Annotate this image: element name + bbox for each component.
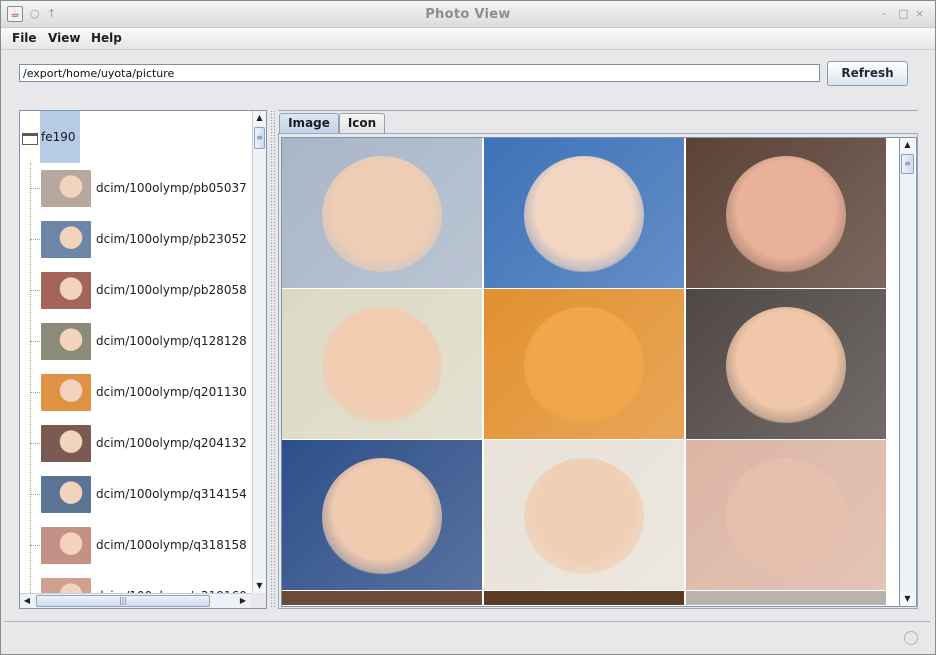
photo-grid[interactable]: [281, 137, 917, 607]
tree-item[interactable]: dcim/100olymp/q204132: [20, 418, 252, 469]
photo-baby-lips-close-up[interactable]: [686, 440, 886, 590]
tree-vertical-scrollbar[interactable]: ▲ ≡ ▼: [252, 111, 266, 593]
maximize-icon[interactable]: □: [898, 7, 908, 21]
tree-item-thumbnail: [41, 323, 91, 360]
tree-item[interactable]: dcim/100olymp/pb05037: [20, 163, 252, 214]
tree-item-thumbnail: [41, 425, 91, 462]
scroll-corner: [251, 593, 266, 608]
tree-branch-line: [30, 443, 40, 444]
tree-item-label: dcim/100olymp/pb05037: [96, 181, 247, 195]
tree-item-label: dcim/100olymp/q201130: [96, 385, 247, 399]
tree-item-label: dcim/100olymp/q128128: [96, 334, 247, 348]
tree-item-label: dcim/100olymp/q314154: [96, 487, 247, 501]
close-icon[interactable]: ×: [915, 7, 924, 21]
tree-item-thumbnail: [41, 476, 91, 513]
menu-file[interactable]: File: [12, 31, 37, 45]
scroll-down-arrow-icon[interactable]: ▼: [253, 579, 266, 593]
photo-baby-on-play-mat[interactable]: [282, 138, 482, 288]
tab-icon[interactable]: Icon: [339, 113, 385, 133]
folder-tree-panel[interactable]: fe190 dcim/100olymp/pb05037 dcim/100olymp…: [19, 110, 267, 609]
scroll-left-arrow-icon[interactable]: ◀: [20, 594, 34, 608]
tree-root-node[interactable]: fe190: [20, 111, 252, 163]
grid-vertical-scrollbar[interactable]: ▲ ≡ ▼: [899, 138, 915, 606]
tree-item-list: dcim/100olymp/pb05037 dcim/100olymp/pb230…: [20, 163, 252, 608]
tab-content: ▲ ≡ ▼: [278, 133, 918, 609]
grid-vscroll-thumb[interactable]: ≡: [901, 154, 914, 174]
tree-item[interactable]: dcim/100olymp/q314154: [20, 469, 252, 520]
baby-face-shape: [524, 156, 644, 274]
tab-panel: Image Icon ▲ ≡ ▼: [278, 110, 918, 610]
tree-item[interactable]: dcim/100olymp/q318158: [20, 520, 252, 571]
photo-baby-close-up[interactable]: [686, 138, 886, 288]
tree-item-thumbnail: [41, 272, 91, 309]
grid-scroll-up-arrow-icon[interactable]: ▲: [900, 138, 915, 152]
scroll-right-arrow-icon[interactable]: ▶: [236, 594, 250, 608]
tab-image[interactable]: Image: [279, 113, 339, 133]
path-input[interactable]: [19, 64, 820, 82]
baby-face-shape: [524, 458, 644, 576]
tree-item[interactable]: dcim/100olymp/q128128: [20, 316, 252, 367]
folder-icon: [22, 133, 38, 145]
tree-branch-line: [30, 545, 40, 546]
tree-item[interactable]: dcim/100olymp/q201130: [20, 367, 252, 418]
tree-branch-line: [30, 341, 40, 342]
progress-spinner-icon: [904, 631, 918, 645]
baby-face-shape: [322, 307, 442, 425]
baby-face-shape: [726, 307, 846, 425]
photo-baby-white-hat[interactable]: [282, 440, 482, 590]
photo-baby-bunny-costume[interactable]: [282, 289, 482, 439]
tree-branch-line: [30, 392, 40, 393]
tree-item-thumbnail: [41, 170, 91, 207]
tree-root-label: fe190: [40, 111, 80, 163]
menu-help[interactable]: Help: [91, 31, 122, 45]
tree-item-label: dcim/100olymp/q204132: [96, 436, 247, 450]
photo-next-row-partial[interactable]: [686, 591, 886, 605]
window-title: Photo View: [425, 7, 511, 22]
tree-hscroll-thumb[interactable]: |||: [36, 595, 210, 607]
photo-next-row-partial[interactable]: [484, 591, 684, 605]
tree-horizontal-scrollbar[interactable]: ◀ ||| ▶: [20, 593, 252, 608]
title-bar: ☕ ○ ↑ Photo View – □ ×: [1, 1, 935, 28]
baby-face-shape: [524, 307, 644, 425]
tree-item[interactable]: dcim/100olymp/pb23052: [20, 214, 252, 265]
tree-item-thumbnail: [41, 374, 91, 411]
scroll-up-arrow-icon[interactable]: ▲: [253, 111, 266, 125]
split-pane-divider[interactable]: [270, 110, 276, 609]
minimize-icon[interactable]: –: [881, 7, 887, 21]
photo-baby-smiling[interactable]: [686, 289, 886, 439]
tree-branch-line: [30, 188, 40, 189]
tree-item[interactable]: dcim/100olymp/pb28058: [20, 265, 252, 316]
baby-face-shape: [322, 156, 442, 274]
baby-face-shape: [322, 458, 442, 576]
tree-item-label: dcim/100olymp/q318158: [96, 538, 247, 552]
tree-item-thumbnail: [41, 527, 91, 564]
tree-item-label: dcim/100olymp/pb23052: [96, 232, 247, 246]
photo-view-window: ☕ ○ ↑ Photo View – □ × File View Help Re…: [0, 0, 936, 655]
menu-bar: File View Help: [1, 28, 935, 50]
grid-scroll-down-arrow-icon[interactable]: ▼: [900, 592, 915, 606]
refresh-button[interactable]: Refresh: [827, 61, 908, 86]
tree-item-thumbnail: [41, 221, 91, 258]
photo-next-row-partial[interactable]: [282, 591, 482, 605]
tree-vscroll-thumb[interactable]: ≡: [254, 127, 265, 149]
photo-baby-face-orange[interactable]: [484, 289, 684, 439]
tree-branch-line: [30, 290, 40, 291]
baby-face-shape: [726, 156, 846, 274]
tree-branch-line: [30, 239, 40, 240]
photo-baby-sitting[interactable]: [484, 440, 684, 590]
baby-face-shape: [726, 458, 846, 576]
tree-branch-line: [30, 494, 40, 495]
tree-item-label: dcim/100olymp/pb28058: [96, 283, 247, 297]
status-separator: [4, 621, 930, 622]
menu-view[interactable]: View: [48, 31, 80, 45]
photo-baby-in-bath[interactable]: [484, 138, 684, 288]
